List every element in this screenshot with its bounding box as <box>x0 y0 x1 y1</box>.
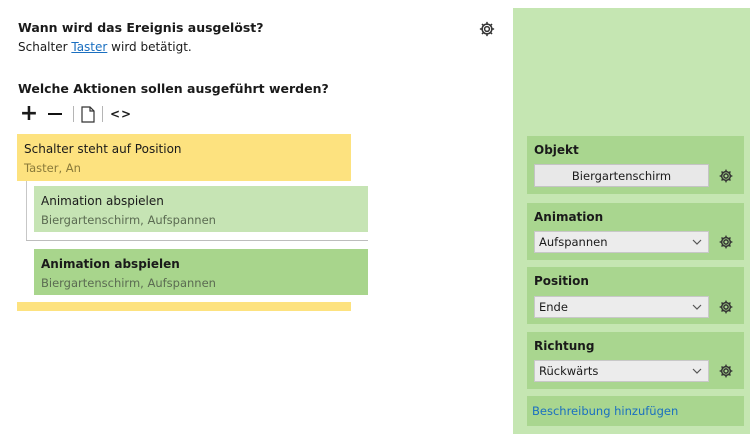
direction-label: Richtung <box>534 339 595 353</box>
trigger-settings-gear-icon[interactable] <box>478 20 496 38</box>
action-divider <box>26 240 368 241</box>
chevron-down-icon <box>692 239 702 245</box>
trigger-suffix: wird betätigt. <box>111 40 192 54</box>
add-description-link[interactable]: Beschreibung hinzufügen <box>532 404 678 418</box>
animation-value: Aufspannen <box>539 235 608 249</box>
actions-question: Welche Aktionen sollen ausgeführt werden… <box>18 81 329 96</box>
condition-subtitle: Taster, An <box>24 161 81 175</box>
direction-select[interactable]: Rückwärts <box>534 360 709 382</box>
trigger-description: Schalter Taster wird betätigt. <box>18 40 192 54</box>
chevron-down-icon <box>692 304 702 310</box>
event-editor: Wann wird das Ereignis ausgelöst? Schalt… <box>0 0 750 434</box>
trigger-object-link[interactable]: Taster <box>71 40 107 54</box>
document-icon <box>81 105 95 123</box>
tree-line <box>26 181 27 240</box>
position-group: Position Ende <box>527 267 744 324</box>
action-subtitle: Biergartenschirm, Aufspannen <box>41 276 216 290</box>
condition-block[interactable]: Schalter steht auf Position Taster, An <box>17 134 351 181</box>
object-settings-gear-icon[interactable] <box>718 168 734 184</box>
remove-action-button[interactable] <box>44 103 66 125</box>
animation-select[interactable]: Aufspannen <box>534 231 709 253</box>
trigger-prefix: Schalter <box>18 40 68 54</box>
condition-block-end <box>17 302 351 311</box>
condition-indent <box>17 181 26 302</box>
toolbar-separator <box>102 106 103 122</box>
minus-icon <box>48 112 62 116</box>
direction-group: Richtung Rückwärts <box>527 332 744 389</box>
position-value: Ende <box>539 300 568 314</box>
action-title: Animation abspielen <box>41 194 164 208</box>
actions-toolbar: + <> <box>18 103 132 125</box>
position-label: Position <box>534 274 589 288</box>
trigger-question: Wann wird das Ereignis ausgelöst? <box>18 20 264 35</box>
object-label: Objekt <box>534 143 579 157</box>
position-select[interactable]: Ende <box>534 296 709 318</box>
direction-value: Rückwärts <box>539 364 599 378</box>
animation-label: Animation <box>534 210 604 224</box>
object-group: Objekt Biergartenschirm <box>527 136 744 194</box>
action-item-selected[interactable]: Animation abspielen Biergartenschirm, Au… <box>34 249 368 295</box>
animation-group: Animation Aufspannen <box>527 203 744 260</box>
action-item[interactable]: Animation abspielen Biergartenschirm, Au… <box>34 186 368 232</box>
toolbar-separator <box>73 106 74 122</box>
action-title: Animation abspielen <box>41 257 180 271</box>
chevron-down-icon <box>692 368 702 374</box>
copy-action-button[interactable] <box>81 103 95 125</box>
condition-title: Schalter steht auf Position <box>24 142 182 156</box>
position-settings-gear-icon[interactable] <box>718 299 734 315</box>
description-group: Beschreibung hinzufügen <box>527 396 744 426</box>
code-view-button[interactable]: <> <box>110 103 132 125</box>
add-action-button[interactable]: + <box>18 103 40 125</box>
direction-settings-gear-icon[interactable] <box>718 363 734 379</box>
animation-settings-gear-icon[interactable] <box>718 234 734 250</box>
action-subtitle: Biergartenschirm, Aufspannen <box>41 213 216 227</box>
object-button[interactable]: Biergartenschirm <box>534 164 709 187</box>
